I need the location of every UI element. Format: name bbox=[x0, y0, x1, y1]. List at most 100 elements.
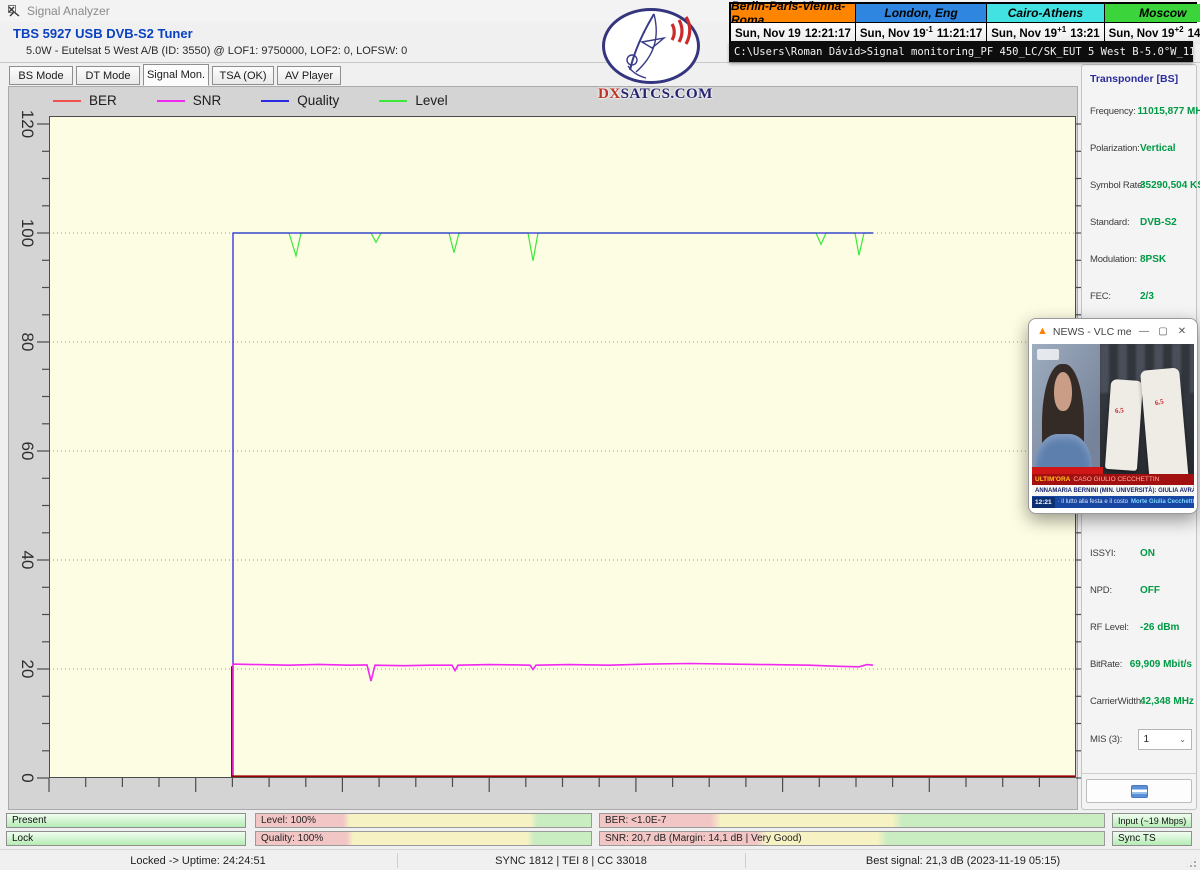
tab-signal-mon[interactable]: Signal Mon. bbox=[143, 64, 209, 86]
legend-item-level: Level bbox=[379, 93, 447, 108]
y-axis-label: 20 bbox=[17, 660, 37, 679]
vlc-video-area[interactable]: 6.5 6.5 ULTIM'ORA CASO GIULIO CECCHETTIN… bbox=[1032, 344, 1194, 508]
breaking-topic: CASO GIULIO CECCHETTIN bbox=[1073, 476, 1159, 483]
snr-line-swatch bbox=[157, 100, 185, 102]
app-icon bbox=[8, 5, 21, 18]
breaking-label: ULTIM'ORA bbox=[1035, 476, 1070, 483]
status-bar: Locked -> Uptime: 24:24:51 SYNC 1812 | T… bbox=[0, 849, 1200, 870]
field-polarization: Polarization: Vertical bbox=[1090, 130, 1192, 167]
field-label: Polarization: bbox=[1090, 143, 1138, 154]
tab-av-player[interactable]: AV Player bbox=[277, 66, 341, 85]
divider bbox=[1082, 773, 1196, 774]
y-axis-label: 100 bbox=[17, 219, 37, 247]
clock-date: Sun, Nov 19 bbox=[991, 28, 1057, 40]
sidebar-action-button[interactable] bbox=[1086, 779, 1192, 803]
level-bar: Level: 100% bbox=[255, 813, 592, 828]
field-standard: Standard: DVB-S2 bbox=[1090, 204, 1192, 241]
chevron-down-icon: ⌄ bbox=[1179, 735, 1186, 744]
field-label: RF Level: bbox=[1090, 622, 1138, 633]
vlc-cone-icon: ▲ bbox=[1037, 326, 1048, 337]
clock-date: Sun, Nov 19 bbox=[735, 28, 801, 40]
ticker-highlight: Morte Giulia Cecchettin bbox=[1131, 499, 1194, 505]
field-value: 35290,504 KS/s bbox=[1140, 180, 1200, 191]
legend-item-quality: Quality bbox=[261, 93, 339, 108]
tab-dt-mode[interactable]: DT Mode bbox=[76, 66, 140, 85]
sync-ts-indicator: Sync TS bbox=[1112, 831, 1192, 846]
clock-offset: -1 bbox=[926, 25, 933, 34]
field-value: 11015,877 MHz bbox=[1138, 106, 1200, 117]
legend-label: Level bbox=[415, 93, 447, 108]
dxsatcs-logo: DXSATCS.COM bbox=[598, 6, 706, 102]
field-label: Standard: bbox=[1090, 217, 1138, 228]
field-bitrate: BitRate: 69,909 Mbit/s bbox=[1090, 646, 1192, 683]
world-clocks: Berlin-Paris-Vienna-Roma London, Eng Cai… bbox=[729, 2, 1197, 41]
series-quality bbox=[233, 233, 873, 778]
field-symbol-rate: Symbol Rate: 35290,504 KS/s bbox=[1090, 167, 1192, 204]
mis-value: 1 bbox=[1144, 734, 1150, 745]
field-value: Vertical bbox=[1140, 143, 1176, 154]
field-value: 42,348 MHz bbox=[1140, 696, 1194, 707]
breaking-strip: ULTIM'ORA CASO GIULIO CECCHETTIN bbox=[1032, 474, 1194, 485]
logo-text-dx: DX bbox=[598, 86, 621, 102]
protest-shirt: 6.5 bbox=[1104, 379, 1142, 471]
status-best-signal: Best signal: 21,3 dB (2023-11-19 05:15) bbox=[746, 850, 1180, 870]
clock-offset: +1 bbox=[1057, 25, 1066, 34]
field-label: NPD: bbox=[1090, 585, 1138, 596]
mis-dropdown[interactable]: 1 ⌄ bbox=[1138, 729, 1193, 750]
legend-item-ber: BER bbox=[53, 93, 117, 108]
field-value: OFF bbox=[1140, 585, 1160, 596]
signal-chart-plot bbox=[49, 116, 1076, 778]
clock-date: Sun, Nov 19 bbox=[860, 28, 926, 40]
transponder-fields: Frequency: 11015,877 MHz Polarization: V… bbox=[1090, 93, 1192, 315]
field-value: ON bbox=[1140, 548, 1155, 559]
minimize-button[interactable]: — bbox=[1137, 326, 1151, 337]
headline-text: ANNAMARIA BERNINI (MIN. UNIVERSITÀ): GIU… bbox=[1035, 488, 1194, 494]
clock-time-value: 11:21:17 bbox=[937, 28, 982, 40]
tab-bs-mode[interactable]: BS Mode bbox=[9, 66, 73, 85]
mis-row: MIS (3): 1 ⌄ bbox=[1090, 729, 1192, 750]
field-modulation: Modulation: 8PSK bbox=[1090, 241, 1192, 278]
clock-city: Moscow bbox=[1105, 4, 1200, 22]
tuner-name: TBS 5927 USB DVB-S2 Tuner bbox=[13, 26, 193, 41]
shirt-writing: 6.5 bbox=[1154, 397, 1164, 407]
close-button[interactable]: ✕ bbox=[1175, 326, 1189, 337]
signal-monitor-panel: BER SNR Quality Level 020406080100120 bbox=[8, 86, 1078, 810]
field-label: ISSYI: bbox=[1090, 548, 1138, 559]
y-axis-label: 60 bbox=[17, 442, 37, 461]
quality-line-swatch bbox=[261, 100, 289, 102]
field-issyi: ISSYI: ON bbox=[1090, 535, 1192, 572]
clock-city: London, Eng bbox=[856, 4, 986, 22]
clock-time-value: 14:21 bbox=[1188, 28, 1200, 40]
satellite-dish-icon bbox=[602, 8, 700, 84]
legend-label: Quality bbox=[297, 93, 339, 108]
field-rf-level: RF Level: -26 dBm bbox=[1090, 609, 1192, 646]
tuner-details: 5.0W - Eutelsat 5 West A/B (ID: 3550) @ … bbox=[26, 45, 407, 57]
vlc-titlebar[interactable]: ▲ NEWS - VLC media... — ▢ ✕ bbox=[1029, 319, 1197, 344]
y-axis-label: 40 bbox=[17, 551, 37, 570]
plot-border bbox=[50, 117, 1076, 778]
console-command-line: C:\Users\Roman Dávid>Signal monitoring_P… bbox=[729, 41, 1193, 62]
ticker-strip: 12:21 · il lutto alla festa e il costo M… bbox=[1032, 496, 1194, 508]
maximize-button[interactable]: ▢ bbox=[1156, 326, 1170, 337]
field-value: 2/3 bbox=[1140, 291, 1154, 302]
breaking-tag bbox=[1032, 467, 1103, 474]
vlc-window[interactable]: ▲ NEWS - VLC media... — ▢ ✕ 6.5 6.5 ULTI… bbox=[1028, 318, 1198, 514]
series-snr bbox=[233, 664, 873, 776]
field-label: Modulation: bbox=[1090, 254, 1138, 265]
transponder-header: Transponder [BS] bbox=[1090, 73, 1178, 85]
field-label: BitRate: bbox=[1090, 659, 1128, 670]
transponder-fields-2: ISSYI: ON NPD: OFF RF Level: -26 dBm Bit… bbox=[1090, 535, 1192, 720]
resize-grip[interactable] bbox=[1185, 856, 1198, 869]
lock-indicator: Lock bbox=[6, 831, 246, 846]
logo-text: DXSATCS.COM bbox=[598, 86, 706, 103]
ticker-time: 12:21 bbox=[1032, 497, 1055, 508]
field-fec: FEC: 2/3 bbox=[1090, 278, 1192, 315]
y-axis-label: 80 bbox=[17, 333, 37, 352]
status-sync: SYNC 1812 | TEI 8 | CC 33018 bbox=[398, 850, 744, 870]
tab-tsa[interactable]: TSA (OK) bbox=[212, 66, 274, 85]
legend-label: SNR bbox=[193, 93, 222, 108]
field-carrier-width: CarrierWidth: 42,348 MHz bbox=[1090, 683, 1192, 720]
field-value: 8PSK bbox=[1140, 254, 1166, 265]
clock-date: Sun, Nov 19 bbox=[1109, 28, 1175, 40]
level-line-swatch bbox=[379, 100, 407, 102]
